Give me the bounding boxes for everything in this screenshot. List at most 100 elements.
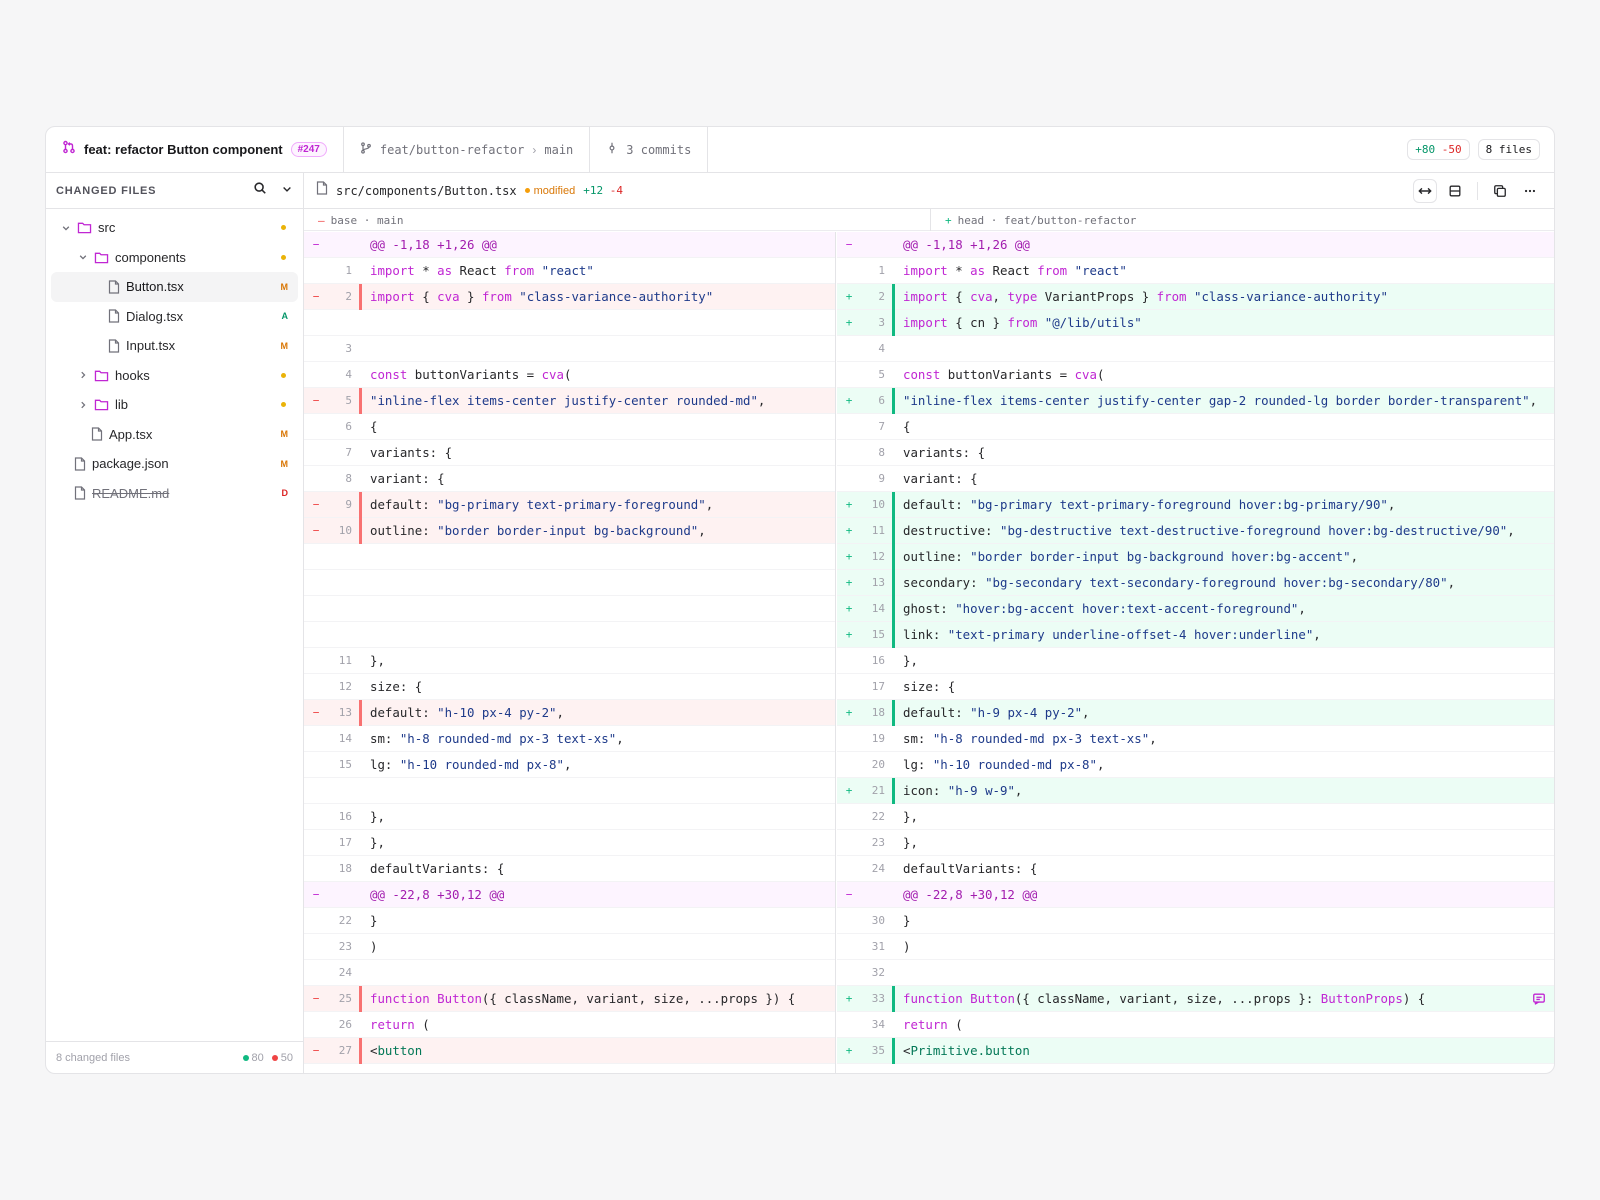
- line-number: 7: [345, 446, 352, 459]
- diff-line: 22}: [304, 908, 835, 934]
- file-status-badge: M: [280, 458, 289, 469]
- diff-line: 19 sm: "h-8 rounded-md px-3 text-xs",: [837, 726, 1554, 752]
- line-number: 17: [871, 680, 885, 693]
- source-branch[interactable]: feat/button-refactor: [380, 143, 525, 157]
- chevron-down-icon[interactable]: [76, 252, 90, 262]
- diff-line: 11},: [304, 648, 835, 674]
- diff-line: +15 link: "text-primary underline-offset-…: [837, 621, 1554, 648]
- diff-line: 24: [304, 960, 835, 986]
- target-branch[interactable]: main: [544, 143, 573, 157]
- commit-icon: [606, 141, 618, 159]
- change-bar: [892, 414, 895, 440]
- line-marker: −: [312, 498, 320, 511]
- more-options-icon[interactable]: [1518, 179, 1542, 203]
- tree-item-components[interactable]: components: [51, 243, 298, 273]
- tree-item-src[interactable]: src: [51, 213, 298, 243]
- tree-item-hooks[interactable]: hooks: [51, 361, 298, 391]
- pull-request-icon: [62, 140, 76, 159]
- base-label: base · main: [330, 213, 404, 227]
- code-text: }: [903, 913, 911, 928]
- tree-item-lib[interactable]: lib: [51, 390, 298, 420]
- line-number: 20: [871, 758, 885, 771]
- chevron-down-icon[interactable]: [59, 223, 73, 233]
- footer-deletions: 50: [271, 1052, 293, 1064]
- files-count-pill[interactable]: 8 files: [1477, 139, 1540, 160]
- hunk-header[interactable]: − @@ -1,18 +1,26 @@: [304, 232, 835, 258]
- tree-item-input-tsx[interactable]: Input.tsx M: [51, 331, 298, 361]
- change-bar: [359, 336, 362, 362]
- line-marker: +: [845, 576, 853, 589]
- diff-line: 23},: [837, 830, 1554, 856]
- file-icon: [74, 486, 86, 500]
- change-bar: [359, 570, 362, 596]
- file-tree: src components Button.tsx M Dialog.tsx A Input…: [46, 209, 303, 508]
- hunk-header[interactable]: − @@ -22,8 +30,12 @@: [837, 882, 1554, 908]
- hunk-header[interactable]: − @@ -22,8 +30,12 @@: [304, 882, 835, 908]
- hunk-header[interactable]: − @@ -1,18 +1,26 @@: [837, 232, 1554, 258]
- file-path[interactable]: src/components/Button.tsx: [336, 184, 517, 198]
- change-bar: [359, 517, 362, 544]
- change-bar: [892, 466, 895, 492]
- line-number: 22: [871, 810, 885, 823]
- code-text: default: "bg-primary text-primary-foregr…: [370, 497, 714, 512]
- copy-icon[interactable]: [1488, 179, 1512, 203]
- tree-item-readme-md[interactable]: README.md D: [51, 479, 298, 509]
- comment-icon[interactable]: [1532, 992, 1546, 1009]
- top-bar: feat: refactor Button component #247 fea…: [46, 127, 1554, 173]
- change-bar: [359, 310, 362, 336]
- chevron-right-icon[interactable]: [76, 400, 90, 410]
- code-text: <button: [370, 1043, 423, 1058]
- change-bar: [359, 882, 362, 908]
- line-number: 24: [871, 862, 885, 875]
- tree-item-package-json[interactable]: package.json M: [51, 449, 298, 479]
- code-text: default: "h-9 px-4 py-2",: [903, 705, 1090, 720]
- line-number: 3: [345, 342, 352, 355]
- code-text: {: [903, 419, 911, 434]
- line-number: 13: [338, 706, 352, 719]
- change-bar: [359, 934, 362, 960]
- line-number: 31: [871, 940, 885, 953]
- pr-number-badge[interactable]: #247: [290, 142, 327, 157]
- diff-line: +13 secondary: "bg-secondary text-seconda…: [837, 569, 1554, 596]
- changes-dot-icon: [281, 372, 286, 378]
- change-bar: [892, 726, 895, 752]
- line-number: 5: [878, 368, 885, 381]
- folder-icon: [77, 221, 92, 234]
- commits-count[interactable]: 3 commits: [626, 143, 691, 157]
- line-marker: +: [845, 992, 853, 1005]
- line-number: 6: [878, 394, 885, 407]
- line-number: 30: [871, 914, 885, 927]
- change-bar: [359, 830, 362, 856]
- tree-item-button-tsx[interactable]: Button.tsx M: [51, 272, 298, 302]
- deletions-count: -50: [1441, 143, 1462, 156]
- file-icon: [108, 309, 120, 323]
- change-bar: [359, 804, 362, 830]
- line-number: 14: [338, 732, 352, 745]
- chevron-right-icon[interactable]: [76, 370, 90, 380]
- code-text: icon: "h-9 w-9",: [903, 783, 1023, 798]
- code-text: lg: "h-10 rounded-md px-8",: [903, 757, 1105, 772]
- line-number: 34: [871, 1018, 885, 1031]
- code-text: },: [370, 653, 385, 668]
- unified-view-icon[interactable]: [1443, 179, 1467, 203]
- change-bar: [892, 752, 895, 778]
- diff-line: 24 defaultVariants: {: [837, 856, 1554, 882]
- change-bar: [359, 440, 362, 466]
- chevron-down-icon[interactable]: [281, 182, 293, 200]
- tree-item-dialog-tsx[interactable]: Dialog.tsx A: [51, 302, 298, 332]
- change-bar: [359, 414, 362, 440]
- empty-line: [304, 622, 835, 648]
- tree-item-app-tsx[interactable]: App.tsx M: [51, 420, 298, 450]
- diff-line: 6{: [304, 414, 835, 440]
- code-text: import * as React from "react": [370, 263, 594, 278]
- split-view-icon[interactable]: [1413, 178, 1437, 203]
- search-icon[interactable]: [253, 181, 267, 200]
- line-number: 21: [871, 784, 885, 797]
- change-bar: [359, 544, 362, 570]
- line-number: 5: [345, 394, 352, 407]
- branch-section: feat/button-refactor › main: [344, 127, 591, 172]
- change-bar: [892, 621, 895, 648]
- tree-item-label: lib: [115, 397, 129, 413]
- change-bar: [359, 283, 362, 310]
- code-text: },: [903, 835, 918, 850]
